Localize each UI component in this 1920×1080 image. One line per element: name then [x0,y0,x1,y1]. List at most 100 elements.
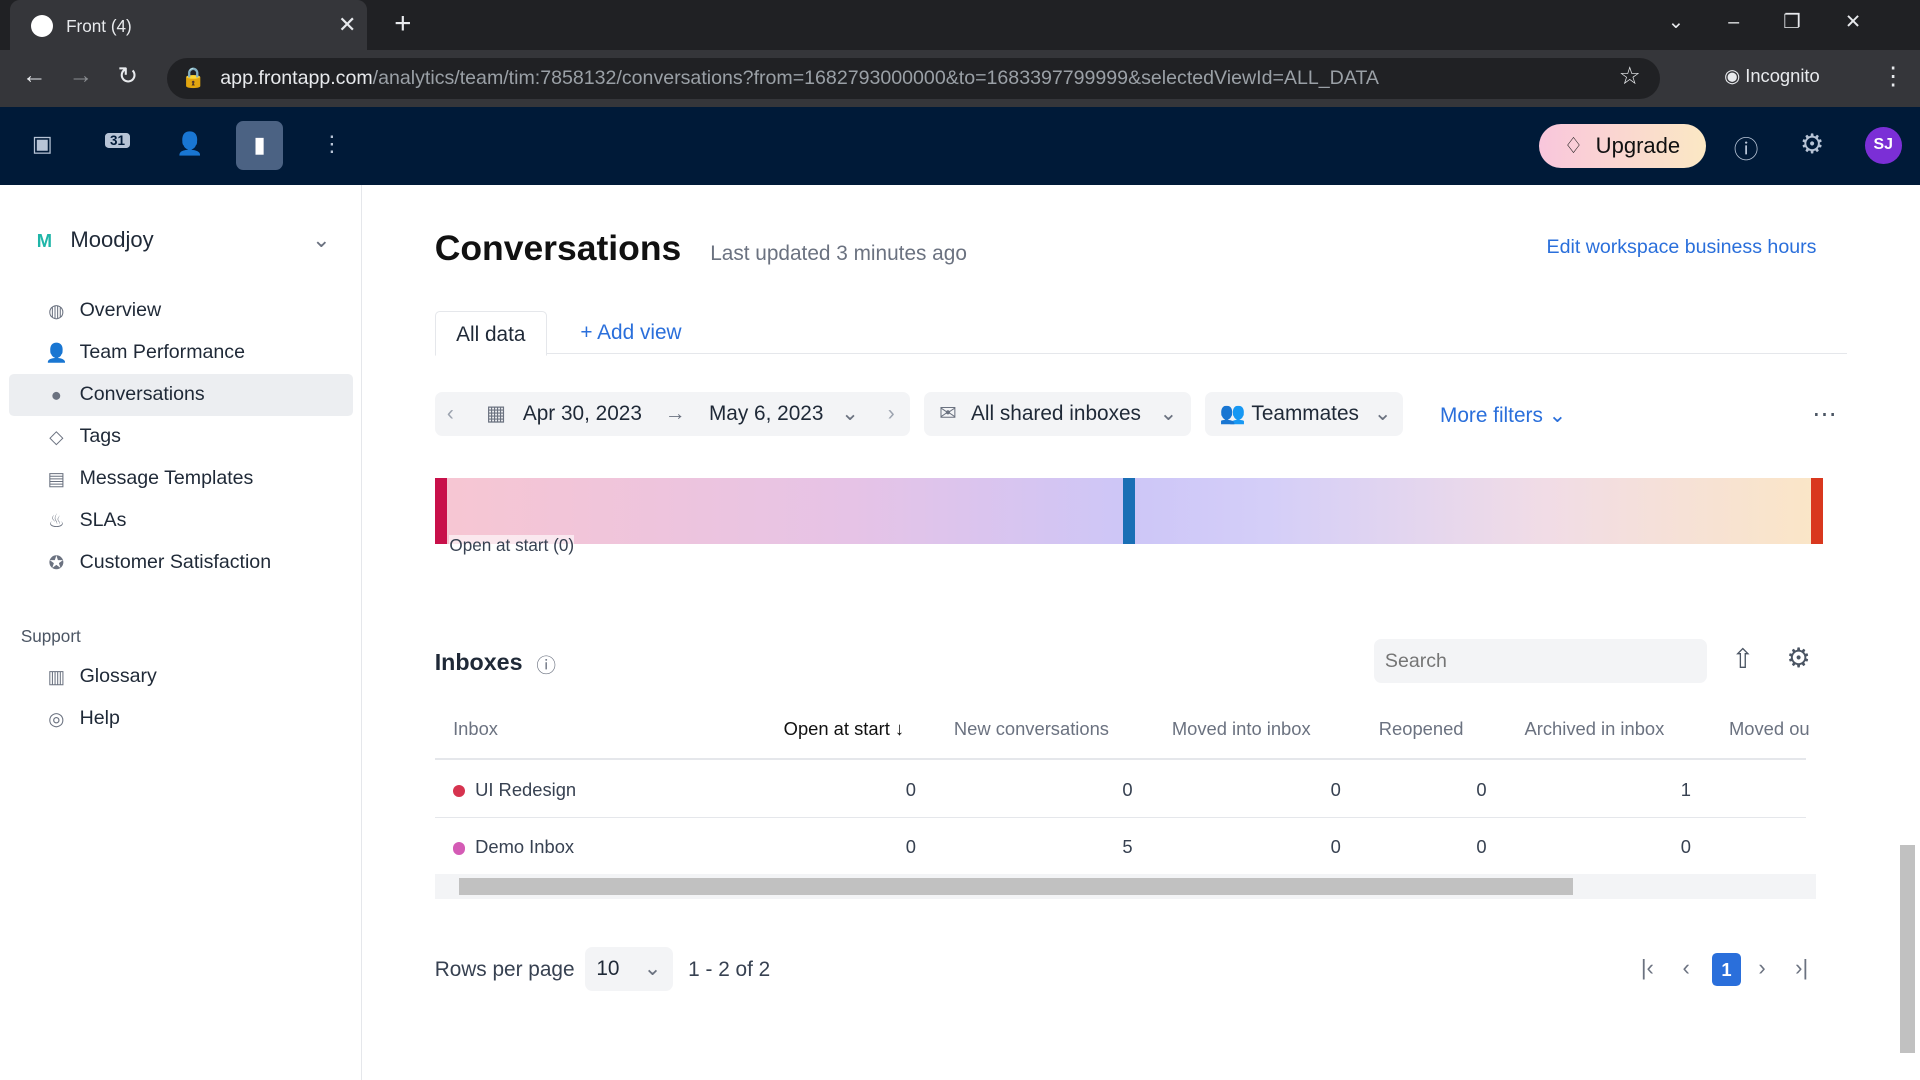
tag-icon: ◇ [49,426,64,448]
sidebar-item-team-performance[interactable]: 👤 Team Performance [9,332,353,374]
scrollbar-thumb[interactable] [1900,844,1916,1054]
teammates-label: Teammates [1251,401,1359,425]
rows-per-page-select[interactable]: 10 ⌄ [585,946,674,991]
forward-icon[interactable]: → [69,62,93,90]
scrollbar-thumb[interactable] [459,877,1574,896]
inbox-icon[interactable]: ▣ [32,131,53,157]
contacts-icon[interactable]: 👤 [176,131,203,157]
cell-value: 0 [1476,778,1487,800]
arrow-right-icon: → [664,401,686,425]
first-page-icon[interactable]: |‹ [1641,955,1654,981]
more-apps-icon[interactable]: ⋮ [321,131,343,157]
info-icon[interactable]: ⓘ [536,649,556,678]
help-icon[interactable]: ⓘ [1734,131,1758,166]
sidebar-item-slas[interactable]: ♨ SLAs [9,500,353,542]
upgrade-button[interactable]: ♢ Upgrade [1539,123,1706,168]
diamond-icon: ♢ [1563,132,1584,158]
inboxes-title: Inboxes [434,648,523,675]
edit-business-hours-link[interactable]: Edit workspace business hours [1547,236,1817,259]
table-header-divider [434,757,1807,760]
current-page-button[interactable]: 1 [1711,952,1742,986]
url-path: /analytics/team/tim:7858132/conversation… [372,66,1379,89]
sidebar-item-help[interactable]: ◎ Help [9,698,353,740]
flow-label: Open at start (0) [449,535,575,557]
cell-value: 0 [1680,836,1692,858]
more-filters-label: More filters [1440,403,1543,427]
window-controls[interactable]: ⌄–❐✕ [1668,10,1906,34]
column-header[interactable]: Moved into inbox [1172,718,1311,740]
sidebar-item-label: SLAs [79,509,127,532]
inbox-search-input[interactable] [1373,639,1707,684]
sidebar-item-glossary[interactable]: ▥ Glossary [9,656,353,698]
flow-mid-node[interactable] [1122,477,1136,544]
flow-start-node[interactable] [434,477,447,544]
workspace-name: Moodjoy [70,226,154,252]
next-page-icon[interactable]: › [1758,955,1765,981]
column-header[interactable]: Reopened [1379,718,1464,740]
pagination-range: 1 - 2 of 2 [688,957,771,981]
lock-icon: 🔒 [181,66,206,89]
last-updated: Last updated 3 minutes ago [710,242,967,266]
settings-icon[interactable]: ⚙ [1800,129,1824,160]
inbox-color-dot [453,842,466,855]
more-filters-button[interactable]: More filters ⌄ [1440,403,1566,428]
bookmark-star-icon[interactable]: ☆ [1619,61,1641,91]
tab-all-data[interactable]: All data [434,311,547,356]
teammates-filter[interactable]: 👥 Teammates ⌄ [1204,391,1404,436]
browser-menu-icon[interactable]: ⋮ [1881,61,1905,91]
users-icon: 👤 [45,342,69,364]
users-icon: 👥 [1219,401,1246,425]
url-field[interactable]: 🔒 app.frontapp.com/analytics/team/tim:785… [166,57,1661,100]
flame-icon: ♨ [48,510,65,532]
column-header[interactable]: New conversations [954,718,1109,740]
browser-tab[interactable]: Front (4) ✕ [9,0,368,51]
sidebar-item-conversations[interactable]: ● Conversations [8,374,353,416]
sidebar-item-label: Conversations [79,383,205,406]
cell-value: 0 [1476,836,1487,858]
vertical-scrollbar[interactable] [1897,478,1919,1080]
analytics-icon[interactable]: ▮ [236,121,283,171]
sidebar-item-overview[interactable]: ◍ Overview [9,290,353,332]
new-tab-icon[interactable]: + [394,7,411,41]
cell-value: 5 [1122,836,1133,858]
tab-label: All data [456,323,526,347]
prev-range-icon[interactable]: ‹ [447,392,454,436]
next-range-icon[interactable]: › [888,392,895,436]
cell-value: 0 [1122,778,1133,800]
avatar[interactable]: SJ [1864,127,1902,165]
export-icon[interactable]: ⇧ [1731,644,1754,675]
inbox-filter[interactable]: ✉ All shared inboxes ⌄ [924,391,1192,436]
cell-value: 0 [905,778,916,800]
star-icon: ✪ [48,552,64,574]
date-range-picker[interactable]: ‹ ▦ Apr 30, 2023 → May 6, 2023 ⌄ › [434,391,910,436]
calendar-icon[interactable]: 31 [105,133,130,149]
inbox-color-dot [453,784,466,798]
reload-icon[interactable]: ↻ [118,61,139,91]
flow-end-node[interactable] [1811,477,1824,544]
browser-tab-strip: Front (4) ✕ + ⌄–❐✕ [0,0,1920,51]
column-header[interactable]: Archived in inbox [1525,718,1665,740]
inbox-icon: ✉ [939,401,957,425]
column-header[interactable]: Open at start ↓ [784,718,904,740]
sidebar-item-message-templates[interactable]: ▤ Message Templates [9,458,353,500]
address-bar: ← → ↻ 🔒 app.frontapp.com/analytics/team/t… [0,50,1920,108]
close-tab-icon[interactable]: ✕ [338,12,356,38]
inbox-filter-label: All shared inboxes [971,401,1141,425]
sidebar-item-tags[interactable]: ◇ Tags [9,416,353,458]
table-settings-icon[interactable]: ⚙ [1787,643,1811,674]
prev-page-icon[interactable]: ‹ [1682,955,1689,981]
inbox-name: Demo Inbox [475,836,575,858]
workspace-switcher[interactable]: M Moodjoy ⌄ [37,227,331,253]
sidebar-item-customer-satisfaction[interactable]: ✪ Customer Satisfaction [9,542,353,584]
incognito-badge[interactable]: ◉ Incognito [1724,65,1820,87]
column-header[interactable]: Moved ou [1729,718,1810,740]
horizontal-scrollbar[interactable] [434,874,1816,899]
add-view-button[interactable]: + Add view [580,321,681,345]
more-options-icon[interactable]: ⋯ [1812,399,1836,429]
column-header[interactable]: Inbox [453,718,498,740]
chevron-down-icon: ⌄ [1548,403,1567,427]
back-icon[interactable]: ← [22,62,46,90]
last-page-icon[interactable]: ›| [1795,955,1808,981]
chat-icon: ● [50,384,62,406]
cell-value: 0 [1330,836,1341,858]
